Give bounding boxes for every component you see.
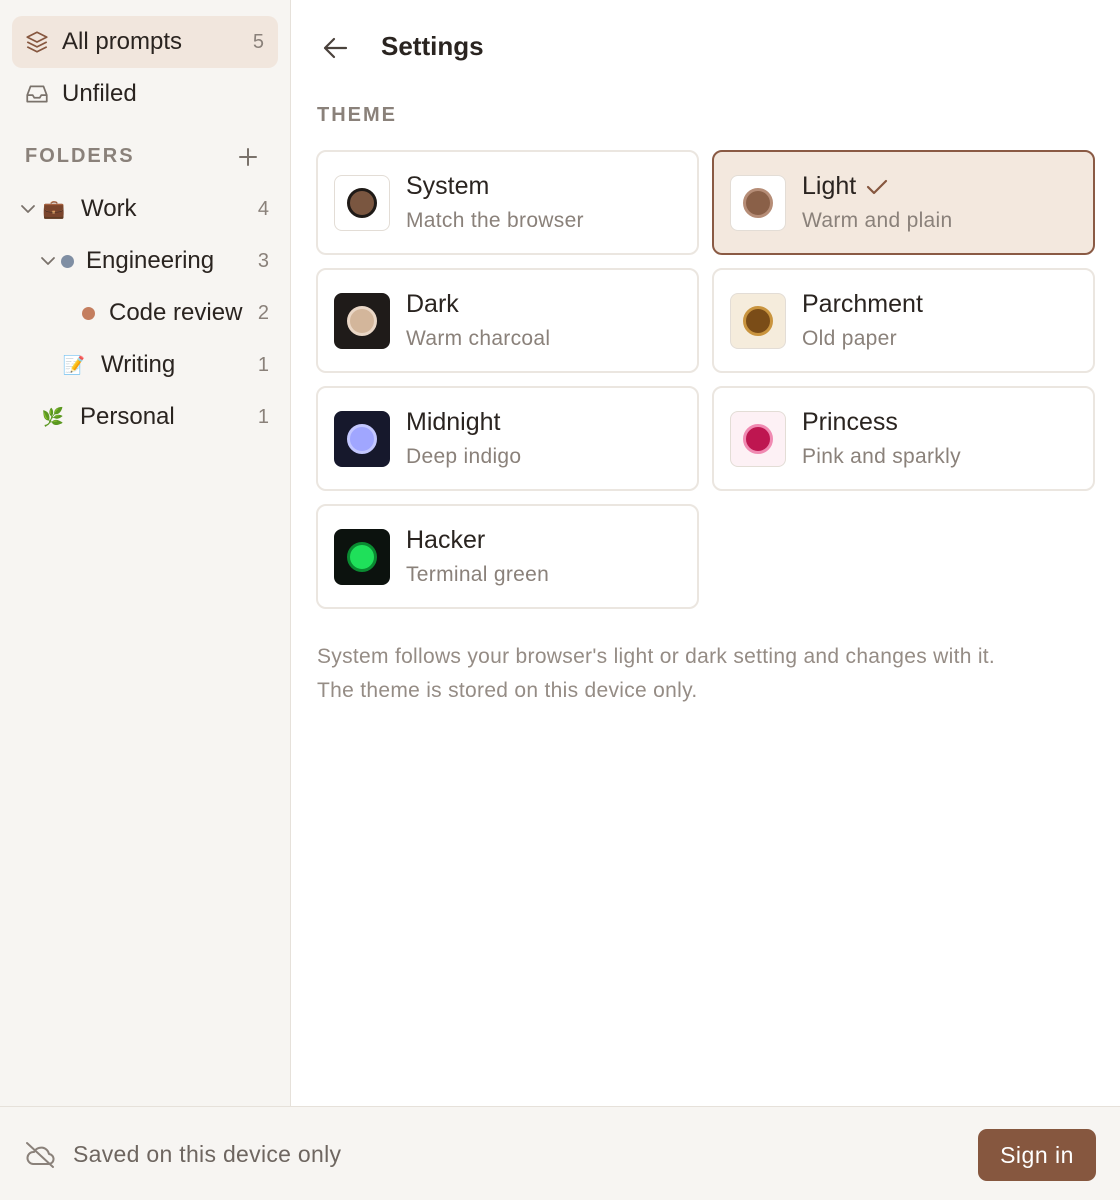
sign-in-button[interactable]: Sign in: [978, 1129, 1096, 1181]
storage-status: Saved on this device only: [73, 1141, 342, 1167]
theme-swatch: [730, 292, 786, 349]
theme-swatch: [334, 174, 390, 231]
theme-color-dot: [743, 187, 773, 218]
folder-personal[interactable]: 🌿 Personal 1: [0, 391, 291, 443]
theme-color-dot: [347, 187, 377, 218]
page-title: Settings: [381, 31, 484, 61]
theme-description: Match the browser: [406, 209, 584, 232]
theme-color-dot: [347, 541, 377, 572]
theme-description: Old paper: [802, 327, 897, 350]
folder-engineering[interactable]: Engineering 3: [0, 235, 291, 287]
folder-writing[interactable]: 📝 Writing 1: [0, 339, 291, 391]
folder-writing-label: Writing: [101, 351, 176, 378]
folder-work[interactable]: 💼 Work 4: [0, 183, 291, 235]
folder-personal-count: 1: [257, 405, 269, 428]
theme-name: Light: [802, 172, 857, 200]
chevron-down-icon[interactable]: [19, 200, 37, 218]
theme-description: Pink and sparkly: [802, 445, 961, 468]
folders-heading: FOLDERS: [25, 145, 135, 167]
theme-card-princess[interactable]: Princess Pink and sparkly: [712, 386, 1095, 491]
theme-name: Hacker: [406, 526, 486, 554]
chevron-down-icon[interactable]: [39, 252, 57, 270]
theme-name: Dark: [406, 290, 459, 318]
theme-description: Warm and plain: [802, 209, 953, 232]
theme-card-dark[interactable]: Dark Warm charcoal: [316, 268, 699, 373]
herb-icon: 🌿: [41, 406, 65, 427]
theme-color-dot: [743, 305, 773, 336]
theme-swatch: [334, 292, 390, 349]
briefcase-icon: 💼: [42, 198, 66, 219]
theme-help-line: The theme is stored on this device only.: [317, 679, 698, 702]
folder-color-dot: [61, 254, 74, 268]
nav-unfiled-label: Unfiled: [62, 80, 137, 107]
folder-code-review-count: 2: [257, 301, 269, 324]
nav-all-prompts-label: All prompts: [62, 28, 183, 55]
settings-panel: Settings THEME System Match the browser …: [292, 0, 1120, 1106]
plus-icon: [239, 148, 257, 166]
theme-card-light[interactable]: Light Warm and plain: [712, 150, 1095, 255]
theme-swatch: [730, 410, 786, 467]
theme-description: Terminal green: [406, 563, 550, 586]
theme-description: Deep indigo: [406, 445, 522, 468]
nav-all-prompts-count: 5: [252, 30, 264, 53]
theme-swatch: [334, 410, 390, 467]
theme-name: Midnight: [406, 408, 501, 436]
folder-code-review[interactable]: Code review 2: [0, 287, 291, 339]
theme-name: Parchment: [802, 290, 923, 318]
theme-description: Warm charcoal: [406, 327, 551, 350]
memo-icon: 📝: [62, 354, 86, 375]
theme-color-dot: [347, 305, 377, 336]
cloud-off-icon: [24, 1140, 56, 1170]
folder-engineering-count: 3: [257, 249, 269, 272]
checkmark-icon: [866, 178, 888, 196]
theme-card-hacker[interactable]: Hacker Terminal green: [316, 504, 699, 609]
nav-all-prompts[interactable]: All prompts 5: [12, 16, 278, 68]
folder-personal-label: Personal: [80, 403, 175, 430]
folder-engineering-label: Engineering: [86, 247, 215, 274]
theme-color-dot: [743, 423, 773, 454]
theme-name: System: [406, 172, 490, 200]
folder-writing-count: 1: [257, 353, 269, 376]
inbox-icon: [24, 81, 50, 107]
nav-unfiled[interactable]: Unfiled: [12, 68, 278, 120]
back-button[interactable]: [320, 34, 350, 62]
theme-name: Princess: [802, 408, 898, 436]
arrow-left-icon: [323, 37, 348, 59]
footer-bar: Saved on this device only Sign in: [0, 1106, 1120, 1200]
layers-icon: [24, 29, 50, 55]
add-folder-button[interactable]: [236, 145, 260, 169]
folder-work-label: Work: [81, 195, 137, 222]
folder-code-review-label: Code review: [109, 299, 243, 326]
theme-card-midnight[interactable]: Midnight Deep indigo: [316, 386, 699, 491]
theme-card-system[interactable]: System Match the browser: [316, 150, 699, 255]
folder-color-dot: [82, 306, 95, 320]
theme-color-dot: [347, 423, 377, 454]
theme-help-line: System follows your browser's light or d…: [317, 645, 996, 668]
theme-section-heading: THEME: [317, 104, 397, 126]
folder-work-count: 4: [257, 197, 269, 220]
sidebar: All prompts 5 Unfiled FOLDERS 💼 Work 4 E…: [0, 0, 291, 1106]
theme-swatch: [334, 528, 390, 585]
theme-card-parchment[interactable]: Parchment Old paper: [712, 268, 1095, 373]
theme-swatch: [730, 174, 786, 231]
theme-help-text: System follows your browser's light or d…: [317, 640, 1107, 708]
